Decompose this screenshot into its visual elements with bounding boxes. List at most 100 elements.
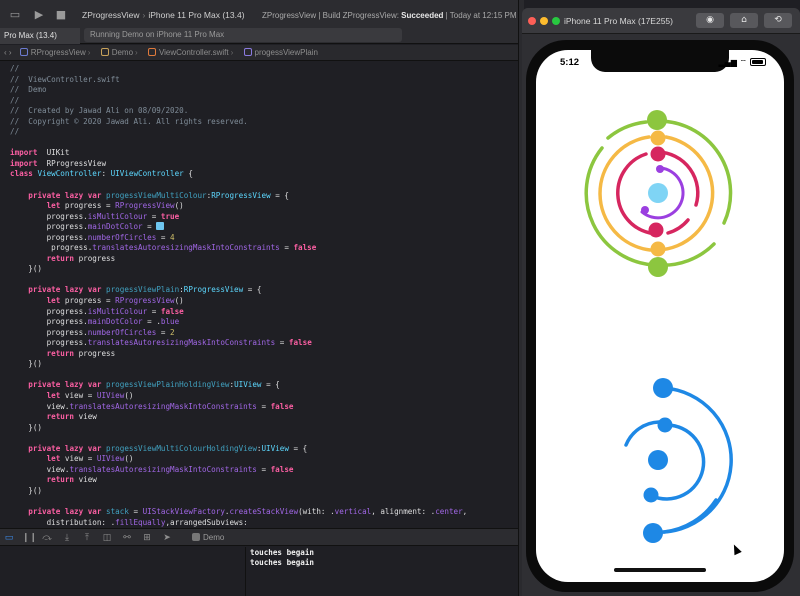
back-forward-icon[interactable]: ‹ › <box>0 45 12 61</box>
environment-overrides-icon[interactable]: ⊞ <box>142 533 152 543</box>
zoom-window-icon[interactable] <box>552 17 560 25</box>
code-token: fillEqually <box>115 517 166 527</box>
rotate-button-icon[interactable]: ⟲ <box>764 13 792 28</box>
crumb-symbol[interactable]: progessViewPlain <box>255 45 318 61</box>
code-line[interactable]: private lazy var progessViewMultiColourH… <box>10 444 467 455</box>
code-token: let <box>46 201 61 211</box>
code-line[interactable]: // <box>10 127 467 138</box>
code-token: view = <box>60 390 97 400</box>
code-token: UIView <box>261 443 289 453</box>
code-line[interactable]: progress.mainDotColor = .blue <box>10 317 467 328</box>
code-line[interactable] <box>10 138 467 149</box>
code-editor[interactable]: //// ViewController.swift// Demo//// Cre… <box>0 62 518 528</box>
screenshot-button-icon[interactable]: ◉ <box>696 13 724 28</box>
code-token: // ViewController.swift <box>10 74 120 84</box>
crumb-folder[interactable]: Demo <box>112 45 133 61</box>
code-line[interactable]: let progress = RProgressView() <box>10 201 467 212</box>
step-out-icon[interactable]: ⤒ <box>82 533 92 543</box>
code-line[interactable]: }() <box>10 264 467 275</box>
code-line[interactable]: progress.mainDotColor = <box>10 222 467 233</box>
code-line[interactable]: // ViewController.swift <box>10 75 467 86</box>
view-hierarchy-icon[interactable]: ◫ <box>102 533 112 543</box>
sidebar-toggle-icon[interactable]: ▭ <box>6 8 24 22</box>
code-line[interactable]: progress.numberOfCircles = 4 <box>10 233 467 244</box>
code-line[interactable]: class ViewController: UIViewController { <box>10 169 467 180</box>
code-line[interactable]: let view = UIView() <box>10 391 467 402</box>
code-line[interactable]: // <box>10 96 467 107</box>
code-line[interactable]: }() <box>10 423 467 434</box>
code-line[interactable]: private lazy var stack = UIStackViewFact… <box>10 507 467 518</box>
debug-target[interactable]: Demo <box>192 532 224 544</box>
code-line[interactable]: return view <box>10 412 467 423</box>
code-line[interactable]: progress.isMultiColour = true <box>10 212 467 223</box>
console-line: touches begain <box>250 558 315 567</box>
code-line[interactable]: import RProgressView <box>10 159 467 170</box>
code-line[interactable] <box>10 433 467 444</box>
code-line[interactable]: private lazy var progessViewPlain:RProgr… <box>10 285 467 296</box>
code-token: mainDotColor <box>87 222 143 232</box>
code-line[interactable]: progress.translatesAutoresizingMaskIntoC… <box>10 243 467 254</box>
code-line[interactable]: view.translatesAutoresizingMaskIntoConst… <box>10 465 467 476</box>
code-line[interactable]: }() <box>10 486 467 497</box>
code-line[interactable]: import UIKit <box>10 148 467 159</box>
hide-debug-area-icon[interactable]: ▭ <box>4 533 14 543</box>
close-window-icon[interactable] <box>528 17 536 25</box>
pause-icon[interactable]: ❙❙ <box>22 533 37 543</box>
code-line[interactable]: progress.translatesAutoresizingMaskIntoC… <box>10 338 467 349</box>
code-line[interactable] <box>10 275 467 286</box>
location-icon[interactable]: ➤ <box>162 533 172 543</box>
progress-dot-outer-bottom <box>643 523 663 543</box>
code-line[interactable]: progress.numberOfCircles = 2 <box>10 328 467 339</box>
code-line[interactable] <box>10 496 467 507</box>
iphone-frame: 5:12 ▂▄▆ ⌔ <box>526 40 794 592</box>
code-token: progress. <box>10 232 88 242</box>
property-icon <box>243 48 252 56</box>
step-over-icon[interactable]: ⤼ <box>42 533 52 543</box>
code-token: private lazy var <box>28 190 102 200</box>
code-line[interactable]: progress.isMultiColour = false <box>10 307 467 318</box>
code-line[interactable]: private lazy var progessViewMultiColour:… <box>10 191 467 202</box>
code-line[interactable]: view.translatesAutoresizingMaskIntoConst… <box>10 402 467 413</box>
run-status-tab[interactable]: Running Demo on iPhone 11 Pro Max <box>84 28 402 42</box>
code-line[interactable]: // Demo <box>10 85 467 96</box>
home-button-icon[interactable]: ⌂ <box>730 13 758 28</box>
code-token: RProgressView <box>46 158 107 168</box>
code-token: UIStackViewFactory <box>142 506 225 516</box>
crumb-project[interactable]: RProgressView <box>31 45 86 61</box>
home-indicator[interactable] <box>614 568 706 572</box>
code-token: = <box>147 306 161 316</box>
left-tab[interactable]: Pro Max (13.4) <box>0 28 80 44</box>
iphone-screen[interactable]: 5:12 ▂▄▆ ⌔ <box>536 50 784 582</box>
code-line[interactable] <box>10 180 467 191</box>
code-token: () <box>174 201 184 211</box>
scheme-selector[interactable]: ZProgressView › iPhone 11 Pro Max (13.4) <box>82 8 245 23</box>
code-line[interactable]: let progress = RProgressView() <box>10 296 467 307</box>
code-line[interactable]: }() <box>10 359 467 370</box>
code-line[interactable]: // Created by Jawad Ali on 08/09/2020. <box>10 106 467 117</box>
code-token: = <box>279 243 294 253</box>
variables-pane <box>0 547 246 596</box>
minimize-window-icon[interactable] <box>540 17 548 25</box>
code-line[interactable]: private lazy var progessViewPlainHolding… <box>10 380 467 391</box>
code-token: return <box>46 412 75 422</box>
code-line[interactable]: let view = UIView() <box>10 454 467 465</box>
code-token: translatesAutoresizingMaskIntoConstraint… <box>92 243 280 253</box>
run-button-icon[interactable]: ▶ <box>30 8 48 22</box>
console-output[interactable]: touches begain touches begain <box>247 547 518 596</box>
code-line[interactable] <box>10 370 467 381</box>
code-line[interactable]: distribution: .fillEqually,arrangedSubvi… <box>10 518 467 528</box>
stop-button-icon[interactable]: ■ <box>52 8 70 22</box>
code-line[interactable]: return progress <box>10 254 467 265</box>
code-line[interactable]: return progress <box>10 349 467 360</box>
code-line[interactable]: // <box>10 64 467 75</box>
code-token: }() <box>10 359 43 369</box>
code-line[interactable]: return view <box>10 475 467 486</box>
crumb-file[interactable]: ViewController.swift <box>159 45 229 61</box>
step-into-icon[interactable]: ⤓ <box>62 533 72 543</box>
color-literal-swatch-icon[interactable] <box>156 222 165 231</box>
code-line[interactable]: // Copyright © 2020 Jawad Ali. All right… <box>10 117 467 128</box>
memory-graph-icon[interactable]: ⚯ <box>122 533 132 543</box>
